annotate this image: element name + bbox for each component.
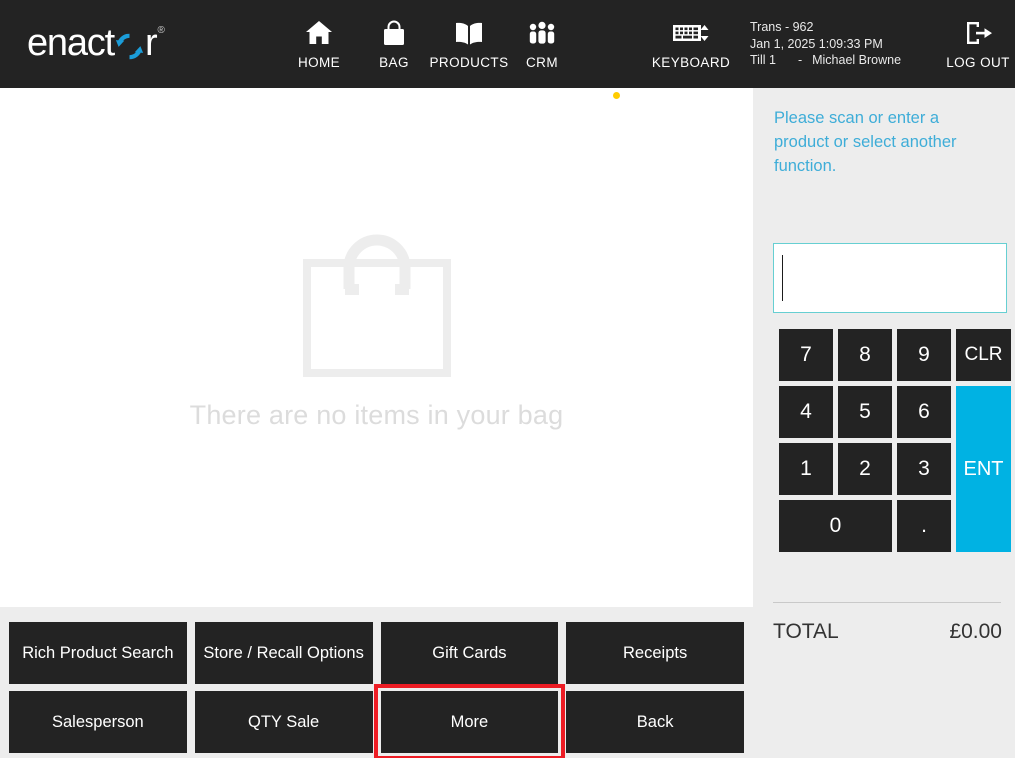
keypad-key-4[interactable]: 4 bbox=[779, 386, 833, 438]
nav-item-keyboard-label: KEYBOARD bbox=[651, 55, 731, 70]
keypad-key-decimal[interactable]: . bbox=[897, 500, 951, 552]
keypad-key-3[interactable]: 3 bbox=[897, 443, 951, 495]
nav-item-home-label: HOME bbox=[297, 55, 341, 70]
function-button-qty-sale[interactable]: QTY Sale bbox=[194, 691, 373, 753]
till-label: Till 1 bbox=[750, 53, 776, 67]
scan-input[interactable] bbox=[773, 243, 1007, 313]
nav-item-keyboard[interactable]: KEYBOARD bbox=[651, 18, 731, 70]
refresh-circular-arrows-icon bbox=[115, 32, 144, 61]
operator-name: Michael Browne bbox=[812, 53, 902, 67]
enactor-logo: enact r ® bbox=[27, 21, 165, 65]
right-sidebar: Please scan or enter a product or select… bbox=[753, 88, 1015, 758]
total-value: £0.00 bbox=[949, 620, 1002, 643]
empty-bag-placeholder: There are no items in your bag bbox=[0, 226, 753, 431]
total-row: TOTAL £0.00 bbox=[773, 620, 1002, 644]
keyboard-icon bbox=[672, 18, 710, 48]
bag-panel: There are no items in your bag bbox=[0, 88, 753, 607]
function-button-rich-product-search[interactable]: Rich Product Search bbox=[9, 622, 187, 684]
logout-button-label: LOG OUT bbox=[946, 55, 1010, 70]
open-book-icon bbox=[454, 18, 484, 48]
keypad-key-6[interactable]: 6 bbox=[897, 386, 951, 438]
transaction-number: Trans - 962 bbox=[750, 20, 814, 34]
people-group-icon bbox=[527, 18, 557, 48]
empty-bag-message: There are no items in your bag bbox=[189, 400, 564, 430]
home-icon bbox=[305, 18, 333, 48]
till-operator-separator: - bbox=[797, 53, 803, 67]
keypad-key-enter[interactable]: ENT bbox=[956, 386, 1011, 552]
transaction-datetime: Jan 1, 2025 1:09:33 PM bbox=[750, 36, 883, 51]
keypad-key-7[interactable]: 7 bbox=[779, 329, 833, 381]
function-button-gift-cards[interactable]: Gift Cards bbox=[380, 622, 559, 684]
transaction-info: Trans - 962 Jan 1, 2025 1:09:33 PM Till … bbox=[750, 19, 901, 69]
nav-item-bag[interactable]: BAG bbox=[366, 18, 422, 70]
till-operator-row: Till 1 - Michael Browne bbox=[750, 52, 901, 69]
function-button-grid: Rich Product Search Store / Recall Optio… bbox=[0, 607, 753, 758]
nav-item-crm-label: CRM bbox=[526, 55, 558, 70]
keypad-key-2[interactable]: 2 bbox=[838, 443, 892, 495]
nav-item-products-label: PRODUCTS bbox=[429, 55, 509, 70]
function-button-salesperson[interactable]: Salesperson bbox=[9, 691, 187, 753]
total-label: TOTAL bbox=[773, 620, 839, 643]
keypad-key-0[interactable]: 0 bbox=[779, 500, 892, 552]
logo-trademark: ® bbox=[157, 24, 165, 36]
keypad-key-clear[interactable]: CLR bbox=[956, 329, 1011, 381]
function-button-more[interactable]: More bbox=[373, 684, 566, 758]
app-header: enact r ® HOME BAG PRODUCTS CRM KEYBOARD… bbox=[0, 0, 1015, 88]
keypad-key-5[interactable]: 5 bbox=[838, 386, 892, 438]
pos-application: enact r ® HOME BAG PRODUCTS CRM KEYBOARD… bbox=[0, 0, 1015, 758]
function-button-back[interactable]: Back bbox=[566, 691, 744, 753]
empty-shopping-bag-outline-icon bbox=[302, 226, 452, 378]
nav-item-crm[interactable]: CRM bbox=[520, 18, 564, 70]
total-divider bbox=[773, 602, 1001, 603]
logout-button[interactable]: LOG OUT bbox=[945, 18, 1011, 70]
keypad-key-1[interactable]: 1 bbox=[779, 443, 833, 495]
keypad-key-9[interactable]: 9 bbox=[897, 329, 951, 381]
nav-item-products[interactable]: PRODUCTS bbox=[430, 18, 508, 70]
scan-prompt-message: Please scan or enter a product or select… bbox=[774, 109, 957, 175]
numeric-keypad: 7 8 9 CLR 4 5 6 ENT 1 2 3 0 . bbox=[779, 329, 1015, 555]
status-dot-indicator bbox=[613, 92, 620, 99]
nav-item-bag-label: BAG bbox=[379, 55, 409, 70]
shopping-bag-icon bbox=[382, 18, 406, 48]
logo-text-before: enact bbox=[27, 22, 115, 64]
function-button-receipts[interactable]: Receipts bbox=[566, 622, 744, 684]
keypad-key-8[interactable]: 8 bbox=[838, 329, 892, 381]
logout-arrow-icon bbox=[963, 18, 993, 48]
function-button-store-recall-options[interactable]: Store / Recall Options bbox=[194, 622, 373, 684]
nav-item-home[interactable]: HOME bbox=[290, 18, 348, 70]
logo-text-after: r bbox=[144, 22, 158, 64]
text-cursor bbox=[782, 255, 783, 301]
